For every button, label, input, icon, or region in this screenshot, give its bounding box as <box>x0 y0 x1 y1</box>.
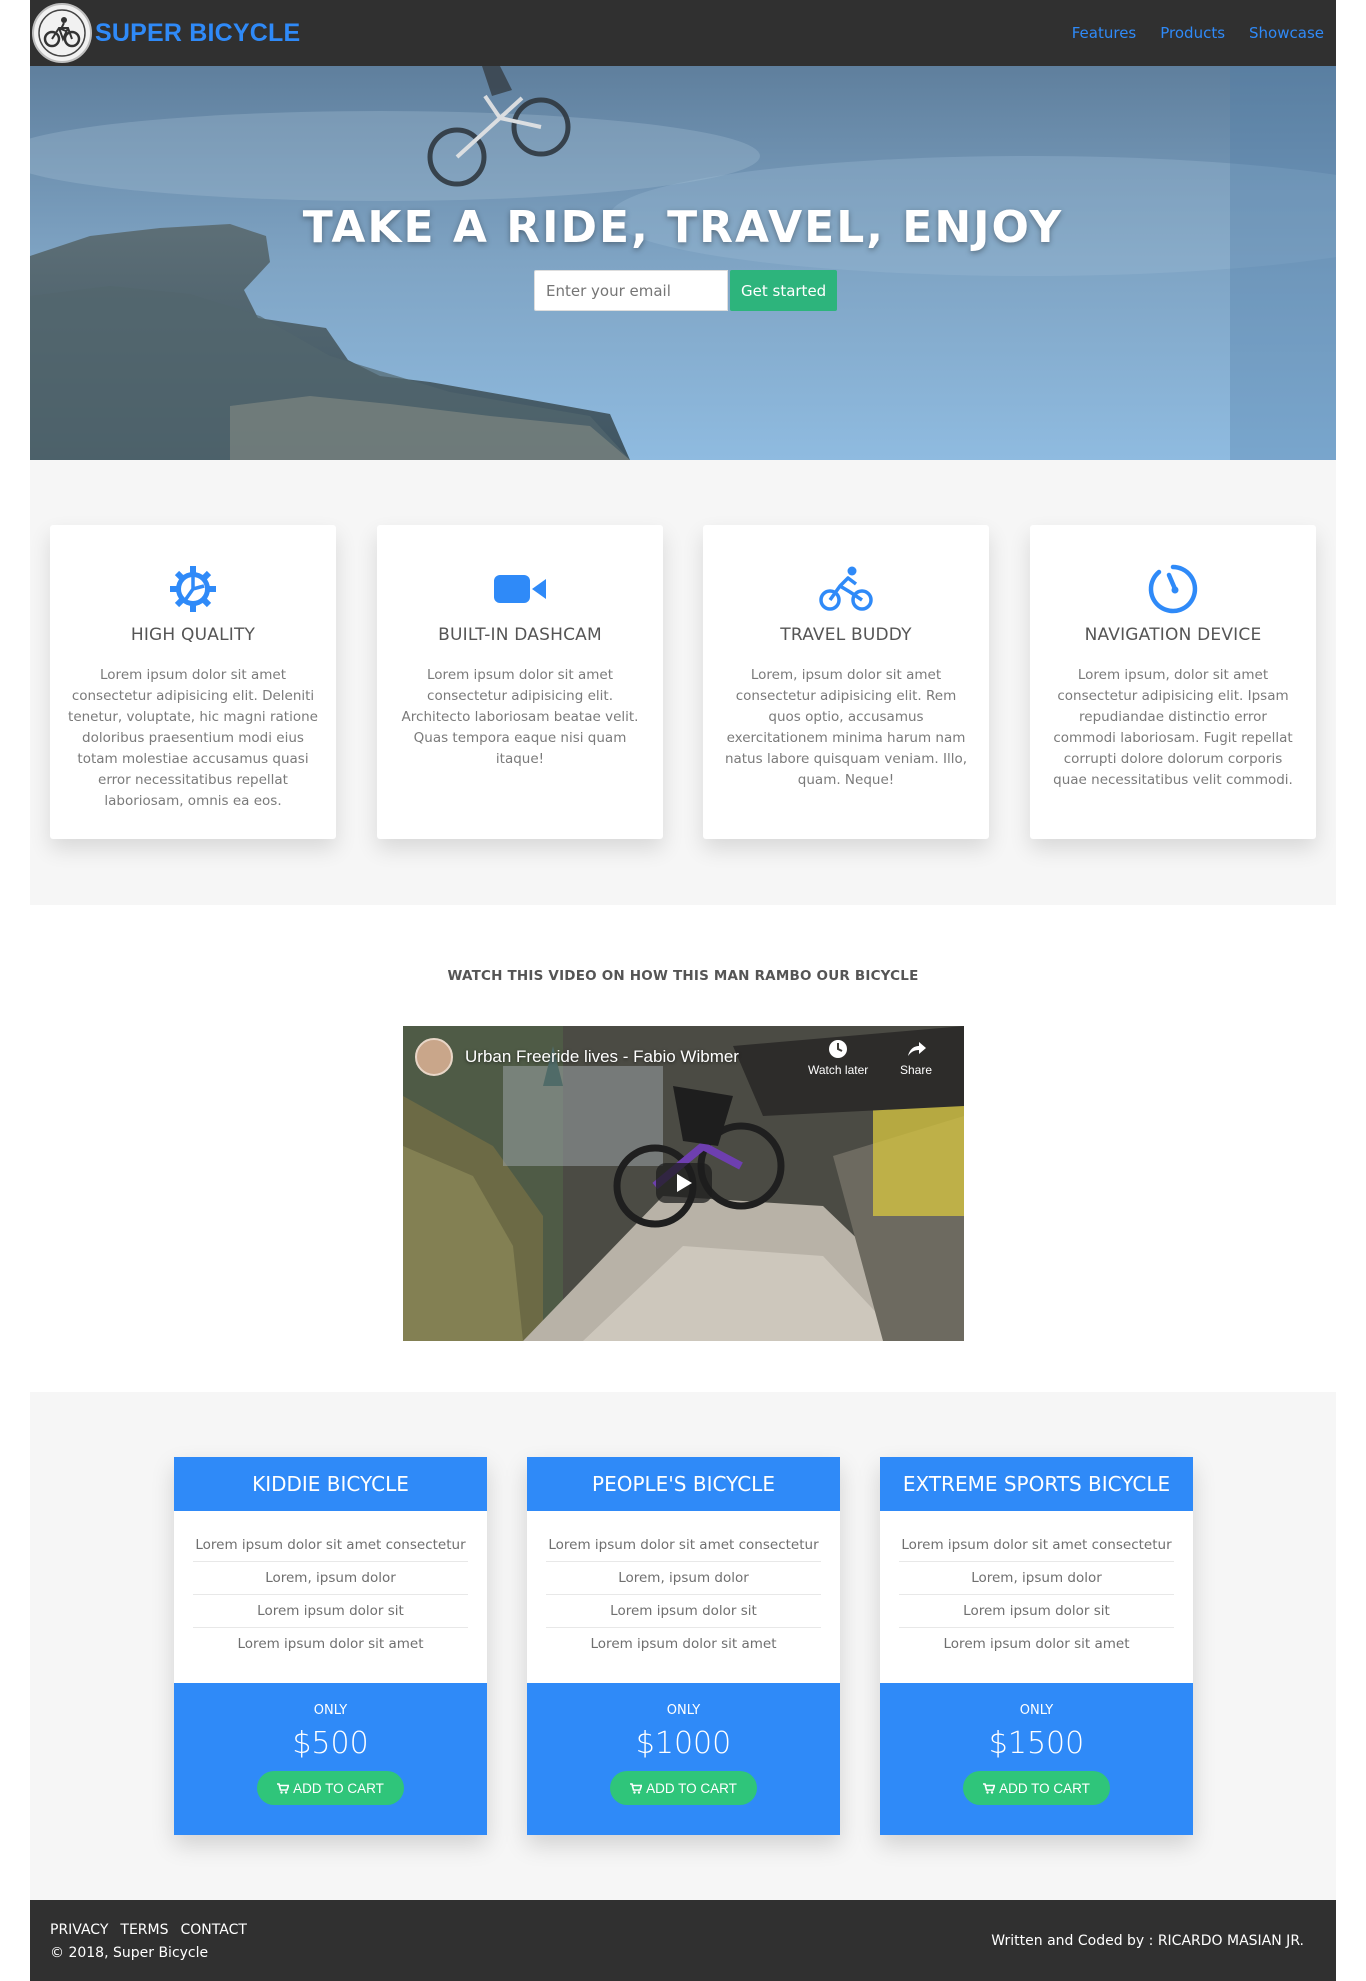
clock-icon <box>829 1040 848 1058</box>
video-header: Urban Freeride lives - Fabio Wibmer <box>415 1038 739 1076</box>
plan-name: EXTREME SPORTS BICYCLE <box>880 1457 1193 1511</box>
add-to-cart-button[interactable]: ADD TO CART <box>610 1771 757 1805</box>
page: SUPER BICYCLE Features Products Showcase <box>0 0 1366 1981</box>
hero-title: TAKE A RIDE, TRAVEL, ENJOY <box>302 202 1064 253</box>
cart-icon <box>630 1782 643 1794</box>
feature-title: HIGH QUALITY <box>130 625 256 645</box>
brand-name[interactable]: SUPER BICYCLE <box>95 19 300 48</box>
plan-only-label: ONLY <box>666 1703 701 1718</box>
plan-feature: Lorem ipsum dolor sit <box>193 1595 468 1628</box>
nav-link-showcase[interactable]: Showcase <box>1249 24 1324 42</box>
feature-title: NAVIGATION DEVICE <box>1084 625 1262 645</box>
brand-logo[interactable] <box>32 3 92 63</box>
feature-card-navigation: NAVIGATION DEVICE Lorem ipsum, dolor sit… <box>1030 525 1316 839</box>
gear-icon <box>68 561 318 617</box>
stopwatch-icon <box>1048 561 1298 617</box>
signup-form: Get started <box>534 270 838 311</box>
add-to-cart-button[interactable]: ADD TO CART <box>963 1771 1110 1805</box>
plan-feature: Lorem, ipsum dolor <box>899 1562 1174 1595</box>
plan-feature: Lorem ipsum dolor sit amet <box>237 1636 424 1652</box>
share-icon <box>908 1042 927 1056</box>
nav-link-features[interactable]: Features <box>1072 24 1137 42</box>
watch-later-label: Watch later <box>808 1063 869 1077</box>
feature-card-high-quality: HIGH QUALITY Lorem ipsum dolor sit amet … <box>50 525 336 839</box>
plan-feature: Lorem ipsum dolor sit amet consectetur <box>546 1529 821 1562</box>
plan-features: Lorem ipsum dolor sit amet consectetur L… <box>527 1511 840 1683</box>
play-icon <box>677 1174 692 1192</box>
footer-link-terms[interactable]: TERMS <box>120 1922 168 1938</box>
footer-link-privacy[interactable]: PRIVACY <box>50 1922 108 1938</box>
nav-link-products[interactable]: Products <box>1160 24 1225 42</box>
pricing-card-kiddie: KIDDIE BICYCLE Lorem ipsum dolor sit ame… <box>174 1457 487 1835</box>
feature-text: Lorem ipsum, dolor sit amet consectetur … <box>1053 667 1293 788</box>
feature-title: TRAVEL BUDDY <box>780 625 912 645</box>
bicycle-icon <box>721 561 971 617</box>
pricing-card-extreme-sports: EXTREME SPORTS BICYCLE Lorem ipsum dolor… <box>880 1457 1193 1835</box>
plan-footer: ONLY $500 ADD TO CART <box>174 1683 487 1835</box>
plan-feature: Lorem ipsum dolor sit <box>899 1595 1174 1628</box>
author-credit: Written and Coded by : RICARDO MASIAN JR… <box>991 1933 1304 1949</box>
cart-icon <box>983 1782 996 1794</box>
watch-later-button[interactable]: Watch later <box>808 1038 868 1077</box>
plan-feature: Lorem ipsum dolor sit <box>546 1595 821 1628</box>
cart-icon <box>277 1782 290 1794</box>
footer: PRIVACY TERMS CONTACT © 2018, Super Bicy… <box>30 1900 1336 1981</box>
feature-card-dashcam: BUILT-IN DASHCAM Lorem ipsum dolor sit a… <box>377 525 663 839</box>
plan-features: Lorem ipsum dolor sit amet consectetur L… <box>174 1511 487 1683</box>
plan-name: PEOPLE'S BICYCLE <box>527 1457 840 1511</box>
share-label: Share <box>900 1063 933 1077</box>
plan-price: $1500 <box>988 1726 1085 1761</box>
plan-only-label: ONLY <box>1019 1703 1054 1718</box>
navbar: SUPER BICYCLE Features Products Showcase <box>30 0 1336 66</box>
play-button[interactable] <box>656 1163 712 1203</box>
video-title[interactable]: Urban Freeride lives - Fabio Wibmer <box>465 1047 739 1067</box>
nav-links: Features Products Showcase <box>1072 24 1324 42</box>
footer-link-contact[interactable]: CONTACT <box>181 1922 247 1938</box>
plan-name: KIDDIE BICYCLE <box>174 1457 487 1511</box>
hero-background-image <box>30 66 1336 460</box>
feature-card-travel-buddy: TRAVEL BUDDY Lorem, ipsum dolor sit amet… <box>703 525 989 839</box>
add-to-cart-label: ADD TO CART <box>646 1780 737 1796</box>
plan-feature: Lorem ipsum dolor sit amet consectetur <box>193 1529 468 1562</box>
plan-feature: Lorem, ipsum dolor <box>546 1562 821 1595</box>
plan-features: Lorem ipsum dolor sit amet consectetur L… <box>880 1511 1193 1683</box>
video-heading: WATCH THIS VIDEO ON HOW THIS MAN RAMBO O… <box>447 968 919 984</box>
copyright: © 2018, Super Bicycle <box>50 1945 209 1961</box>
pricing-card-peoples: PEOPLE'S BICYCLE Lorem ipsum dolor sit a… <box>527 1457 840 1835</box>
footer-links: PRIVACY TERMS CONTACT <box>50 1922 247 1938</box>
plan-only-label: ONLY <box>313 1703 348 1718</box>
plan-feature: Lorem, ipsum dolor <box>193 1562 468 1595</box>
feature-title: BUILT-IN DASHCAM <box>438 625 602 645</box>
feature-text: Lorem, ipsum dolor sit amet consectetur … <box>724 667 968 788</box>
feature-text: Lorem ipsum dolor sit amet consectetur a… <box>401 667 639 767</box>
video-camera-icon <box>395 561 645 617</box>
features-section: HIGH QUALITY Lorem ipsum dolor sit amet … <box>30 460 1336 905</box>
pricing-section: KIDDIE BICYCLE Lorem ipsum dolor sit ame… <box>30 1392 1336 1900</box>
share-button[interactable]: Share <box>900 1038 932 1077</box>
embedded-video[interactable]: Urban Freeride lives - Fabio Wibmer Watc… <box>403 1026 964 1341</box>
plan-price: $1000 <box>635 1726 732 1761</box>
mountain-bike-logo-icon <box>38 9 86 57</box>
plan-footer: ONLY $1500 ADD TO CART <box>880 1683 1193 1835</box>
feature-text: Lorem ipsum dolor sit amet consectetur a… <box>68 667 318 809</box>
plan-feature: Lorem ipsum dolor sit amet <box>943 1636 1130 1652</box>
hero-section: TAKE A RIDE, TRAVEL, ENJOY Get started <box>30 66 1336 460</box>
plan-footer: ONLY $1000 ADD TO CART <box>527 1683 840 1835</box>
add-to-cart-label: ADD TO CART <box>293 1780 384 1796</box>
add-to-cart-label: ADD TO CART <box>999 1780 1090 1796</box>
channel-avatar[interactable] <box>415 1038 453 1076</box>
plan-feature: Lorem ipsum dolor sit amet consectetur <box>899 1529 1174 1562</box>
plan-price: $500 <box>292 1726 369 1761</box>
get-started-button[interactable]: Get started <box>730 270 838 311</box>
add-to-cart-button[interactable]: ADD TO CART <box>257 1771 404 1805</box>
plan-feature: Lorem ipsum dolor sit amet <box>590 1636 777 1652</box>
email-input[interactable] <box>534 270 728 311</box>
